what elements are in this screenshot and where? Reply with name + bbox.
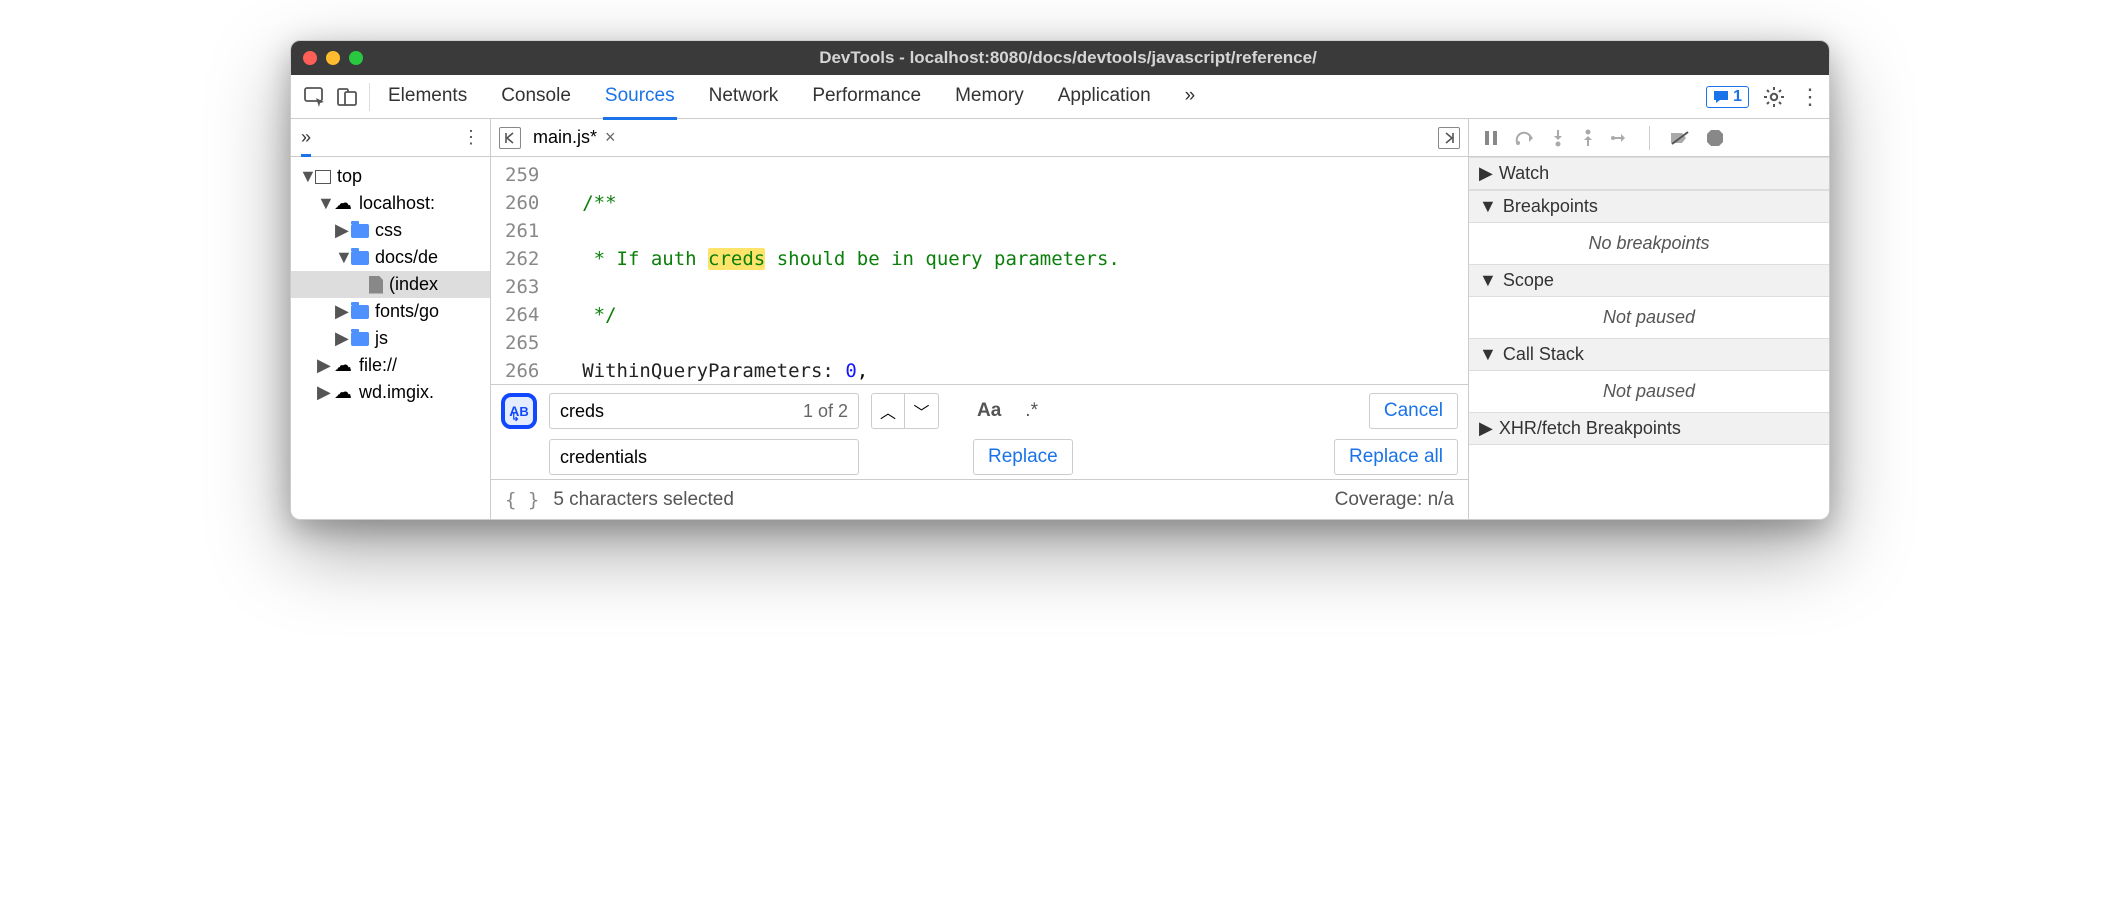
devtools-window: DevTools - localhost:8080/docs/devtools/… (290, 40, 1830, 520)
find-nav: ︿ ﹀ (871, 393, 939, 429)
folder-icon (351, 251, 369, 265)
tab-sources[interactable]: Sources (603, 75, 677, 120)
minimize-window-button[interactable] (326, 51, 340, 65)
step-icon[interactable] (1611, 131, 1629, 145)
tree-css[interactable]: ▶css (291, 217, 490, 244)
tree-top[interactable]: ▼top (291, 163, 490, 190)
tree-js[interactable]: ▶js (291, 325, 490, 352)
pause-icon[interactable] (1483, 130, 1499, 146)
window-controls (303, 51, 363, 65)
panel-tabs: Elements Console Sources Network Perform… (386, 75, 1706, 119)
settings-icon[interactable] (1763, 86, 1785, 108)
issues-icon (1713, 90, 1729, 104)
step-into-icon[interactable] (1551, 129, 1565, 147)
tab-memory[interactable]: Memory (953, 75, 1026, 119)
coverage-status: Coverage: n/a (1335, 489, 1454, 511)
navigator-menu-icon[interactable]: ⋮ (462, 127, 480, 148)
folder-icon (351, 224, 369, 238)
callstack-empty: Not paused (1469, 371, 1829, 412)
breakpoints-empty: No breakpoints (1469, 223, 1829, 264)
debugger-pane: ▶Watch ▼Breakpoints No breakpoints ▼Scop… (1469, 119, 1829, 519)
cancel-button[interactable]: Cancel (1369, 393, 1458, 429)
breakpoints-section[interactable]: ▼Breakpoints (1469, 190, 1829, 223)
tree-wd[interactable]: ▶☁wd.imgix. (291, 379, 490, 406)
cloud-icon: ☁ (333, 382, 353, 403)
pretty-print-icon[interactable]: { } (505, 489, 539, 511)
replace-all-button[interactable]: Replace all (1334, 439, 1458, 475)
tab-application[interactable]: Application (1056, 75, 1153, 119)
folder-icon (351, 305, 369, 319)
deactivate-breakpoints-icon[interactable] (1670, 130, 1690, 146)
callstack-section[interactable]: ▼Call Stack (1469, 338, 1829, 371)
file-tree: ▼top ▼☁localhost: ▶css ▼docs/de ▶(index … (291, 157, 490, 412)
separator (369, 83, 370, 111)
navigator-header: » ⋮ (291, 119, 490, 157)
code-editor[interactable]: 259260261 262263264 265266267 /** * If a… (491, 157, 1468, 384)
close-window-button[interactable] (303, 51, 317, 65)
toolbar-right: 1 ⋮ (1706, 84, 1821, 110)
tree-fonts[interactable]: ▶fonts/go (291, 298, 490, 325)
editor-status-bar: { } 5 characters selected Coverage: n/a (491, 479, 1468, 519)
file-tab-label: main.js* (533, 127, 597, 148)
selection-status: 5 characters selected (553, 489, 734, 511)
inspect-element-icon[interactable] (299, 87, 331, 107)
frame-icon (315, 170, 331, 184)
close-tab-icon[interactable]: × (605, 127, 616, 148)
zoom-window-button[interactable] (349, 51, 363, 65)
kebab-menu-icon[interactable]: ⋮ (1799, 84, 1821, 110)
find-replace-bar: A↳B creds 1 of 2 ︿ ﹀ Aa .* Cancel (491, 384, 1468, 479)
scope-empty: Not paused (1469, 297, 1829, 338)
navigator-overflow-icon[interactable]: » (301, 127, 311, 157)
find-input[interactable]: creds 1 of 2 (549, 393, 859, 429)
find-value: creds (560, 401, 604, 422)
next-match-button[interactable]: ﹀ (905, 393, 939, 429)
match-case-toggle[interactable]: Aa (971, 400, 1007, 422)
replace-input[interactable]: credentials (549, 439, 859, 475)
prev-file-icon[interactable] (499, 127, 521, 149)
device-toolbar-icon[interactable] (331, 87, 363, 107)
scope-section[interactable]: ▼Scope (1469, 264, 1829, 297)
tabs-overflow-icon[interactable]: » (1183, 75, 1198, 119)
editor-tabs: main.js* × (491, 119, 1468, 157)
file-tab-mainjs[interactable]: main.js* × (533, 127, 616, 148)
gutter: 259260261 262263264 265266267 (491, 157, 549, 384)
prev-match-button[interactable]: ︿ (871, 393, 905, 429)
main-toolbar: Elements Console Sources Network Perform… (291, 75, 1829, 119)
tree-file[interactable]: ▶☁file:// (291, 352, 490, 379)
navigator-sidebar: » ⋮ ▼top ▼☁localhost: ▶css ▼docs/de ▶(in… (291, 119, 491, 519)
watch-section[interactable]: ▶Watch (1469, 157, 1829, 190)
match-count: 1 of 2 (803, 401, 848, 422)
tab-console[interactable]: Console (499, 75, 573, 119)
step-out-icon[interactable] (1581, 129, 1595, 147)
code-body[interactable]: /** * If auth creds should be in query p… (549, 157, 1130, 384)
editor-area: main.js* × 259260261 262263264 265266267… (491, 119, 1469, 519)
issues-count: 1 (1733, 88, 1742, 106)
cloud-icon: ☁ (333, 355, 353, 376)
xhr-breakpoints-section[interactable]: ▶XHR/fetch Breakpoints (1469, 412, 1829, 445)
next-file-icon[interactable] (1438, 127, 1460, 149)
search-match-current: creds (708, 248, 765, 270)
file-icon (369, 276, 383, 294)
debugger-toolbar (1469, 119, 1829, 157)
regex-toggle[interactable]: .* (1019, 400, 1044, 422)
tab-elements[interactable]: Elements (386, 75, 469, 119)
tree-docs[interactable]: ▼docs/de (291, 244, 490, 271)
step-over-icon[interactable] (1515, 130, 1535, 146)
tree-localhost[interactable]: ▼☁localhost: (291, 190, 490, 217)
folder-icon (351, 332, 369, 346)
toggle-replace-icon[interactable]: A↳B (501, 393, 537, 429)
issues-badge[interactable]: 1 (1706, 86, 1749, 108)
sources-panel: » ⋮ ▼top ▼☁localhost: ▶css ▼docs/de ▶(in… (291, 119, 1829, 519)
replace-button[interactable]: Replace (973, 439, 1073, 475)
window-title: DevTools - localhost:8080/docs/devtools/… (379, 48, 1817, 68)
window-titlebar: DevTools - localhost:8080/docs/devtools/… (291, 41, 1829, 75)
replace-value: credentials (560, 447, 647, 468)
cloud-icon: ☁ (333, 193, 353, 214)
tab-network[interactable]: Network (707, 75, 781, 119)
tab-performance[interactable]: Performance (810, 75, 923, 119)
pause-on-exceptions-icon[interactable] (1706, 129, 1724, 147)
tree-index[interactable]: ▶(index (291, 271, 490, 298)
